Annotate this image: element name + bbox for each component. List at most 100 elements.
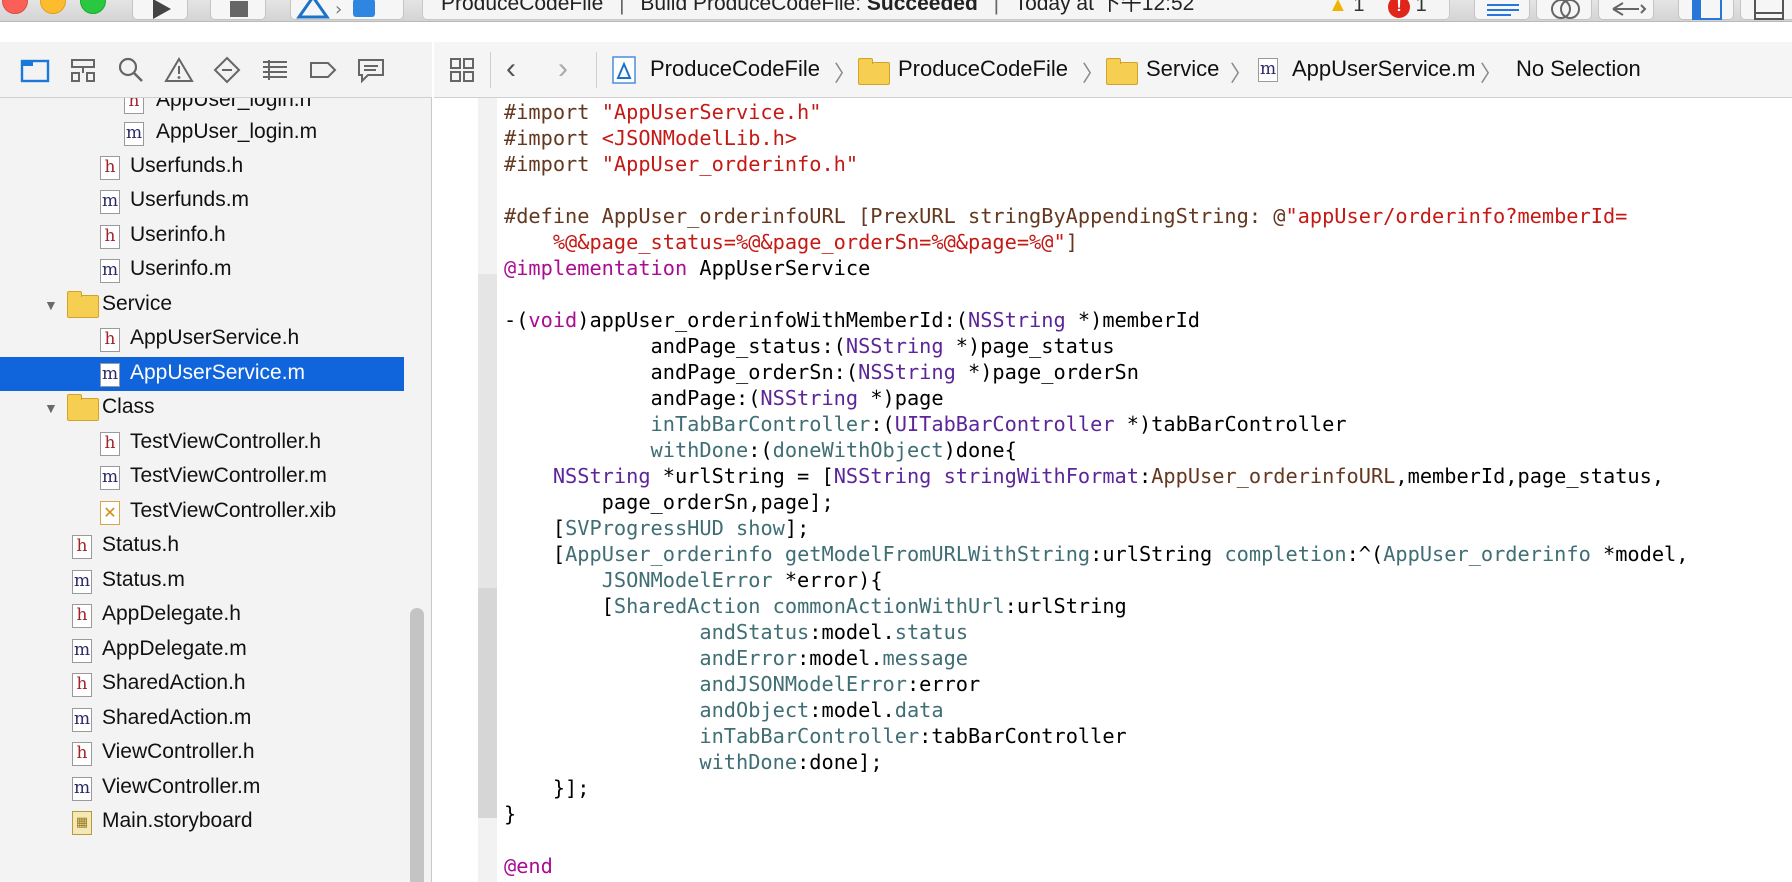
code-line[interactable]: @implementation AppUserService: [504, 255, 1688, 281]
test-navigator-diamond-icon[interactable]: [212, 56, 242, 84]
code-line[interactable]: [SharedAction commonActionWithUrl:urlStr…: [504, 593, 1688, 619]
tree-item-selected[interactable]: m AppUserService.m: [0, 357, 404, 391]
tree-item[interactable]: h Status.h: [0, 529, 404, 563]
tree-item[interactable]: h Userfunds.h: [0, 150, 404, 184]
issue-navigator-warning-icon[interactable]: [164, 56, 194, 84]
find-navigator-search-icon[interactable]: [116, 56, 146, 84]
tree-item[interactable]: m Status.m: [0, 564, 404, 598]
tree-item[interactable]: ✕ TestViewController.xib: [0, 495, 404, 529]
navigator-toggle-button[interactable]: [1678, 0, 1734, 20]
tree-item[interactable]: h SharedAction.h: [0, 667, 404, 701]
navigator-selector-bar: [0, 42, 432, 98]
error-badge[interactable]: ! 1: [1388, 0, 1427, 18]
code-line[interactable]: [AppUser_orderinfo getModelFromURLWithSt…: [504, 541, 1689, 567]
code-line[interactable]: }];: [504, 775, 1688, 801]
code-line[interactable]: %@&page_status=%@&page_orderSn=%@&page=%…: [504, 229, 1688, 255]
code-line[interactable]: andPage:(NSString *)page: [504, 385, 1688, 411]
tree-item[interactable]: h Userinfo.h: [0, 219, 404, 253]
jump-bar-file[interactable]: AppUserService.m: [1292, 56, 1475, 82]
stop-icon: [230, 1, 248, 17]
code-line[interactable]: andPage_orderSn:(NSString *)page_orderSn: [504, 359, 1688, 385]
debug-area-toggle-button[interactable]: [1740, 0, 1792, 20]
code-line[interactable]: inTabBarController:tabBarController: [504, 723, 1688, 749]
code-line[interactable]: #define AppUser_orderinfoURL [PrexURL st…: [504, 203, 1688, 229]
tree-item[interactable]: h AppUserService.h: [0, 322, 404, 356]
code-line[interactable]: NSString *urlString = [NSString stringWi…: [504, 463, 1688, 489]
report-navigator-icon[interactable]: [356, 56, 386, 84]
code-line[interactable]: -(void)appUser_orderinfoWithMemberId:(NS…: [504, 307, 1688, 333]
debug-navigator-icon[interactable]: [260, 56, 290, 84]
code-text[interactable]: #import "AppUserService.h" #import <JSONM…: [504, 99, 1688, 879]
header-file-icon: h: [72, 604, 92, 628]
standard-editor-icon: [1487, 4, 1519, 16]
tree-item[interactable]: m TestViewController.m: [0, 460, 404, 494]
jump-bar-selection[interactable]: No Selection: [1516, 56, 1641, 82]
code-line[interactable]: [SVProgressHUD show];: [504, 515, 1688, 541]
jump-bar-folder[interactable]: Service: [1146, 56, 1219, 82]
assistant-editor-button[interactable]: [1536, 0, 1592, 20]
standard-editor-button[interactable]: [1474, 0, 1530, 20]
tree-item[interactable]: h AppDelegate.h: [0, 598, 404, 632]
code-line[interactable]: [504, 177, 1688, 203]
code-line[interactable]: [504, 827, 1688, 853]
tree-item-label: SharedAction.m: [102, 706, 252, 729]
jump-bar-divider: [490, 52, 491, 88]
disclosure-triangle-icon[interactable]: ▼: [44, 297, 58, 313]
tree-item[interactable]: m Userinfo.m: [0, 253, 404, 287]
jump-bar-project[interactable]: ProduceCodeFile: [650, 56, 820, 82]
code-line[interactable]: andStatus:model.status: [504, 619, 1688, 645]
code-line[interactable]: }: [504, 801, 1688, 827]
source-file-icon: m: [100, 466, 120, 490]
tree-group-class[interactable]: ▼ Class: [0, 391, 404, 425]
code-line[interactable]: withDone:done];: [504, 749, 1688, 775]
close-window-button[interactable]: [2, 0, 28, 14]
symbol-navigator-hierarchy-icon[interactable]: [68, 56, 98, 84]
code-line[interactable]: JSONModelError *error){: [504, 567, 1688, 593]
tree-item[interactable]: h AppUser_login.h: [0, 98, 404, 118]
related-items-grid-icon[interactable]: [448, 56, 476, 84]
fold-region[interactable]: [478, 588, 497, 818]
code-folding-ribbon[interactable]: [478, 98, 497, 882]
tree-item[interactable]: m ViewController.m: [0, 771, 404, 805]
tree-item[interactable]: m Userfunds.m: [0, 184, 404, 218]
code-line[interactable]: andPage_status:(NSString *)page_status: [504, 333, 1688, 359]
code-line[interactable]: #import <JSONModelLib.h>: [504, 125, 1688, 151]
warning-badge[interactable]: ▲ 1: [1328, 0, 1364, 17]
code-line[interactable]: andObject:model.data: [504, 697, 1688, 723]
code-line[interactable]: [504, 281, 1688, 307]
tree-item-label: Userfunds.m: [130, 188, 250, 211]
code-line[interactable]: andJSONModelError:error: [504, 671, 1688, 697]
code-line[interactable]: #import "AppUserService.h": [504, 99, 1688, 125]
source-file-icon: m: [100, 259, 120, 283]
tree-group-service[interactable]: ▼ Service: [0, 288, 404, 322]
source-editor[interactable]: #import "AppUserService.h" #import <JSONM…: [434, 98, 1792, 882]
zoom-window-button[interactable]: [80, 0, 106, 14]
back-arrow-icon[interactable]: ‹: [506, 52, 516, 86]
tree-item[interactable]: m AppDelegate.m: [0, 633, 404, 667]
run-button[interactable]: [132, 0, 188, 20]
error-circle-icon: !: [1388, 0, 1410, 18]
project-navigator-folder-icon[interactable]: [20, 56, 50, 84]
tree-item[interactable]: h ViewController.h: [0, 736, 404, 770]
navigator-scrollbar[interactable]: [410, 608, 424, 882]
disclosure-triangle-icon[interactable]: ▼: [44, 400, 58, 416]
code-line[interactable]: #import "AppUser_orderinfo.h": [504, 151, 1688, 177]
forward-arrow-icon[interactable]: ›: [558, 52, 568, 86]
minimize-window-button[interactable]: [40, 0, 66, 14]
tree-item[interactable]: m AppUser_login.m: [0, 116, 404, 150]
version-editor-button[interactable]: [1598, 0, 1654, 20]
code-line[interactable]: @end: [504, 853, 1688, 879]
code-line[interactable]: page_orderSn,page];: [504, 489, 1688, 515]
source-file-icon: m: [72, 708, 92, 732]
code-line[interactable]: andError:model.message: [504, 645, 1688, 671]
code-line[interactable]: inTabBarController:(UITabBarController *…: [504, 411, 1688, 437]
stop-button[interactable]: [210, 0, 266, 20]
tree-item[interactable]: ▦ Main.storyboard: [0, 805, 404, 839]
breakpoint-navigator-icon[interactable]: [308, 56, 338, 84]
tree-item-label: ViewController.m: [102, 775, 261, 798]
scheme-selector[interactable]: ›: [290, 0, 404, 20]
code-line[interactable]: withDone:(doneWithObject)done{: [504, 437, 1688, 463]
tree-item[interactable]: h TestViewController.h: [0, 426, 404, 460]
tree-item[interactable]: m SharedAction.m: [0, 702, 404, 736]
jump-bar-group[interactable]: ProduceCodeFile: [898, 56, 1068, 82]
